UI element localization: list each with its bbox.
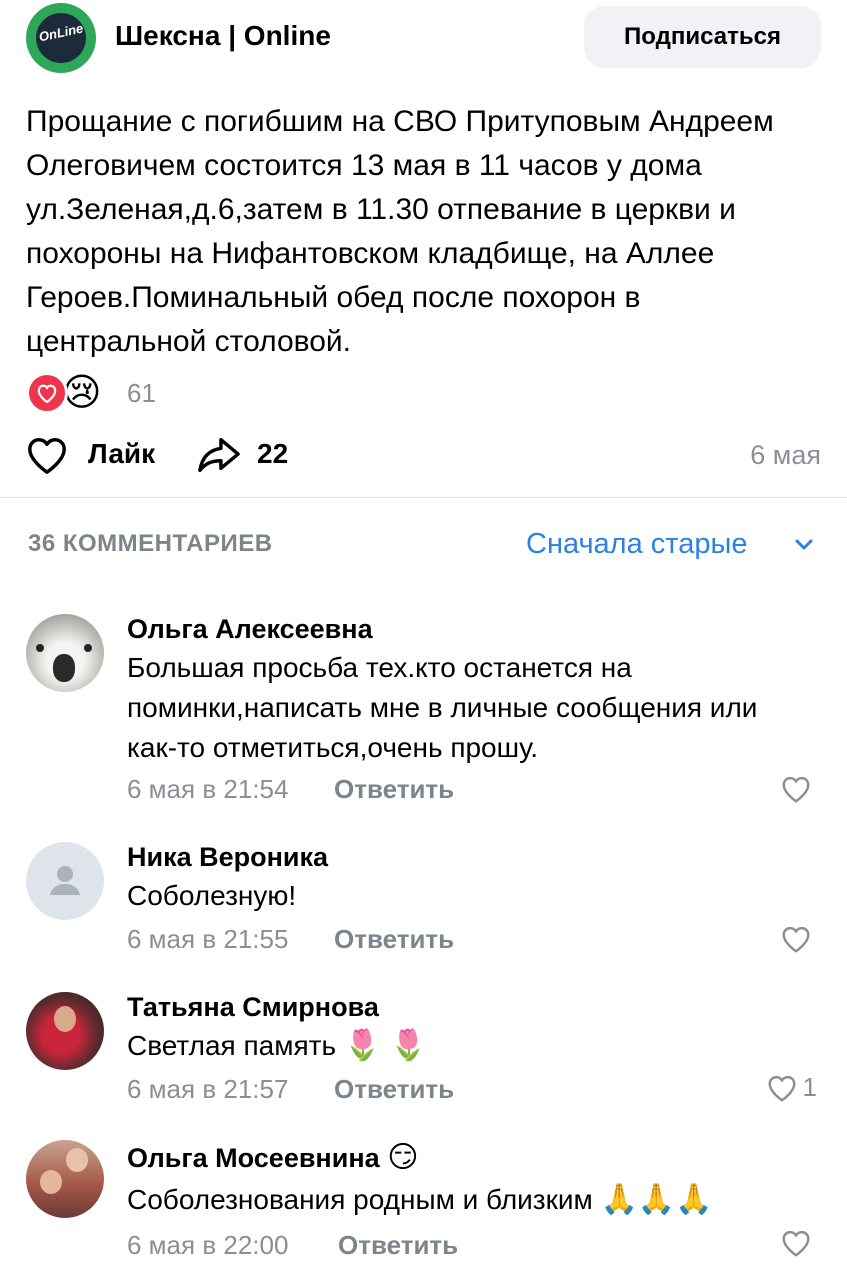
comment-text: Большая просьба тех.кто останется на пом… xyxy=(127,652,758,763)
comment-like-count: 1 xyxy=(802,1072,817,1102)
heart-outline-icon xyxy=(782,776,810,803)
heart-icon xyxy=(37,384,57,403)
crying-face-reaction-icon[interactable]: 😢 xyxy=(62,370,108,416)
avatar[interactable] xyxy=(26,842,104,920)
comment-like-button[interactable] xyxy=(779,1228,817,1258)
avatar-face xyxy=(66,1148,88,1172)
comment-like-button[interactable] xyxy=(779,774,817,804)
comments-count: 36 КОММЕНТАРИЕВ xyxy=(28,530,273,557)
post-date: 6 мая xyxy=(750,440,821,470)
comment-author-name: Ольга Мосеевнина xyxy=(127,1143,380,1173)
like-button-label[interactable]: Лайк xyxy=(88,438,155,470)
comment-time: 6 мая в 21:54 xyxy=(127,774,289,804)
comment-like-button[interactable]: 1 xyxy=(765,1072,817,1103)
avatar-koala-eye xyxy=(84,644,92,652)
avatar[interactable] xyxy=(26,992,104,1070)
comment-author[interactable]: Ника Вероника xyxy=(127,842,328,873)
subscribe-button[interactable]: Подписаться xyxy=(584,6,821,68)
divider xyxy=(0,497,847,498)
comment-text-body: Светлая память xyxy=(127,1030,337,1061)
folded-hands-emoji-icon: 🙏🙏🙏 xyxy=(600,1183,713,1216)
heart-outline-icon xyxy=(782,926,810,953)
comment-author[interactable]: Ольга Мосеевнина 😏 xyxy=(127,1140,418,1175)
reply-button[interactable]: Ответить xyxy=(338,1230,458,1261)
comment-time: 6 мая в 21:57 xyxy=(127,1074,289,1104)
reply-button[interactable]: Ответить xyxy=(334,924,454,955)
post-text: Прощание с погибшим на СВО Притуповым Ан… xyxy=(26,105,774,358)
heart-outline-icon xyxy=(782,1230,810,1257)
heart-reaction-icon[interactable] xyxy=(26,372,68,414)
comment-text: Соболезнования родным и близким 🙏🙏🙏 xyxy=(127,1180,807,1220)
reactions-count[interactable]: 61 xyxy=(127,378,156,409)
tulip-emoji-icon: 🌷 🌷 xyxy=(343,1029,427,1062)
chevron-down-icon[interactable] xyxy=(794,538,814,557)
share-icon[interactable] xyxy=(196,434,242,481)
avatar-face xyxy=(40,1170,62,1194)
avatar-koala-eye xyxy=(36,644,44,652)
reply-button[interactable]: Ответить xyxy=(334,774,454,805)
comment-like-button[interactable] xyxy=(779,924,817,954)
reply-button[interactable]: Ответить xyxy=(334,1074,454,1105)
avatar[interactable] xyxy=(26,1140,104,1218)
channel-name[interactable]: Шексна | Online xyxy=(115,20,331,52)
channel-avatar[interactable]: OnLine xyxy=(26,3,96,73)
avatar-koala-nose xyxy=(53,654,75,682)
sort-dropdown[interactable]: Сначала старые xyxy=(526,528,747,561)
shares-count[interactable]: 22 xyxy=(257,438,288,470)
comment-time: 6 мая в 22:00 xyxy=(127,1230,289,1260)
smirking-face-emoji-icon: 😏 xyxy=(387,1141,419,1174)
comment-text-body: Соболезнования родным и близким xyxy=(127,1184,593,1215)
comment-author[interactable]: Ольга Алексеевна xyxy=(127,614,373,645)
like-heart-icon[interactable] xyxy=(24,434,70,481)
comment-author[interactable]: Татьяна Смирнова xyxy=(127,992,379,1023)
user-placeholder-icon xyxy=(50,866,80,895)
comment-text: Светлая память 🌷 🌷 xyxy=(127,1026,807,1066)
avatar[interactable] xyxy=(26,614,104,692)
heart-outline-icon xyxy=(768,1075,796,1102)
comment-text: Соболезную! xyxy=(127,880,297,911)
avatar-face xyxy=(54,1006,76,1032)
comment-time: 6 мая в 21:55 xyxy=(127,924,289,954)
